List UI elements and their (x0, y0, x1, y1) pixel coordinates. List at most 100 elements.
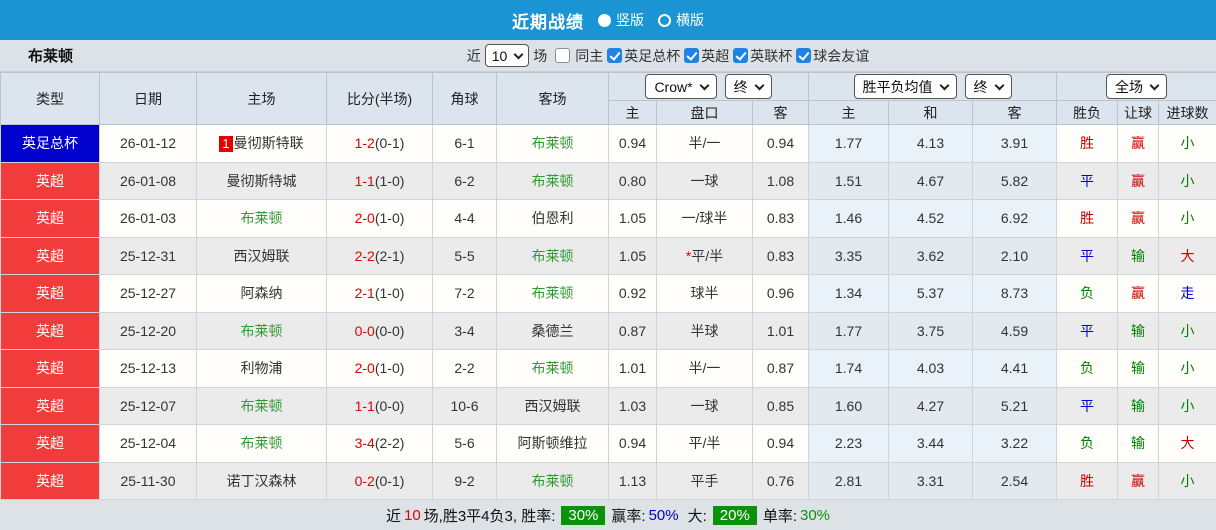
cell-competition-type: 英超 (1, 275, 100, 313)
cell-score: 1-1(0-0) (327, 387, 433, 425)
friendly-checkbox[interactable] (796, 48, 811, 63)
summary-prefix: 近 (386, 505, 401, 526)
eflcup-checkbox[interactable] (733, 48, 748, 63)
result-value: 平 (1080, 173, 1094, 189)
cell-odds-away: 0.96 (753, 275, 809, 313)
summary-bar: 近 10 场,胜3平4负3, 胜率: 30% 赢率: 50% 大: 20% 单率… (0, 500, 1216, 530)
results-body: 英足总杯 26-01-12 1曼彻斯特联 1-2(0-1) 6-1 布莱顿 0.… (1, 125, 1216, 500)
big-rate-badge: 20% (713, 506, 757, 525)
full-score: 1-1 (355, 398, 375, 414)
cell-mean-home: 1.34 (809, 275, 889, 313)
home-team-name: 曼彻斯特联 (234, 135, 304, 151)
cell-date: 26-01-12 (100, 125, 197, 163)
col-handicap-result: 让球 (1118, 101, 1159, 125)
cell-mean-draw: 4.67 (889, 162, 973, 200)
cell-away-team: 桑德兰 (497, 312, 609, 350)
chevron-down-icon (514, 49, 524, 59)
table-row: 英超 26-01-08 曼彻斯特城 1-1(1-0) 6-2 布莱顿 0.80 … (1, 162, 1216, 200)
away-team-name: 布莱顿 (532, 473, 574, 489)
same-home-label: 同主 (575, 46, 603, 66)
home-team-name: 诺丁汉森林 (227, 473, 297, 489)
chevron-down-icon (994, 80, 1004, 90)
handicap-value: 平/半 (689, 435, 721, 451)
home-team-name: 西汉姆联 (234, 248, 290, 264)
half-score: (2-2) (375, 435, 405, 451)
page-title: 近期战绩 (512, 8, 584, 33)
cell-result: 平 (1057, 237, 1118, 275)
title-bar: 近期战绩 竖版 横版 (0, 0, 1216, 40)
result-value: 平 (1080, 248, 1094, 264)
cell-mean-home: 2.81 (809, 462, 889, 500)
scope-select[interactable]: 全场 (1106, 74, 1167, 99)
layout-option-horizontal[interactable]: 横版 (658, 10, 704, 30)
scope-value: 全场 (1115, 77, 1143, 97)
cell-mean-draw: 5.37 (889, 275, 973, 313)
cell-goals: 走 (1159, 275, 1216, 313)
cell-away-team: 伯恩利 (497, 200, 609, 238)
facup-checkbox[interactable] (607, 48, 622, 63)
cell-home-team: 布莱顿 (197, 312, 327, 350)
cell-competition-type: 英超 (1, 350, 100, 388)
full-score: 0-2 (355, 473, 375, 489)
goals-value: 小 (1181, 360, 1195, 376)
competition-checkbox-friendly[interactable]: 球会友谊 (796, 46, 869, 66)
competition-type-badge: 英足总杯 (22, 135, 78, 151)
cell-handicap: 平手 (657, 462, 753, 500)
goals-value: 小 (1181, 210, 1195, 226)
cell-handicap-result: 输 (1118, 387, 1159, 425)
odds-time-select[interactable]: 终 (725, 74, 772, 99)
competition-checkbox-epl[interactable]: 英超 (684, 46, 729, 66)
cell-home-team: 布莱顿 (197, 387, 327, 425)
handicap-result-value: 输 (1131, 435, 1145, 451)
cell-handicap-result: 赢 (1118, 275, 1159, 313)
radio-horizontal-icon[interactable] (658, 14, 671, 27)
cell-result: 平 (1057, 162, 1118, 200)
cell-goals: 小 (1159, 162, 1216, 200)
cell-corner: 4-4 (433, 200, 497, 238)
same-home-checkbox-item[interactable]: 同主 (555, 46, 603, 66)
cell-away-team: 西汉姆联 (497, 387, 609, 425)
cell-date: 25-12-20 (100, 312, 197, 350)
result-value: 胜 (1080, 135, 1094, 151)
match-count-select[interactable]: 10 (485, 44, 530, 67)
cell-handicap: 一/球半 (657, 200, 753, 238)
cell-handicap-result: 赢 (1118, 162, 1159, 200)
single-label: 单率: (763, 505, 797, 526)
filter-controls: 近 10 场 同主 英足总杯 英超 英联杯 球会友谊 (347, 44, 870, 67)
cell-odds-away: 1.01 (753, 312, 809, 350)
table-row: 英超 25-11-30 诺丁汉森林 0-2(0-1) 9-2 布莱顿 1.13 … (1, 462, 1216, 500)
cell-result: 负 (1057, 275, 1118, 313)
result-value: 胜 (1080, 473, 1094, 489)
mean-time-value: 终 (974, 77, 988, 97)
radio-vertical-icon[interactable] (598, 14, 611, 27)
layout-option-vertical[interactable]: 竖版 (598, 10, 644, 30)
away-team-name: 布莱顿 (532, 135, 574, 151)
competition-checkbox-eflcup[interactable]: 英联杯 (733, 46, 792, 66)
same-home-checkbox[interactable] (555, 48, 570, 63)
col-corner: 角球 (433, 73, 497, 125)
cell-mean-home: 1.77 (809, 312, 889, 350)
cell-corner: 9-2 (433, 462, 497, 500)
cell-home-team: 诺丁汉森林 (197, 462, 327, 500)
cell-corner: 10-6 (433, 387, 497, 425)
epl-checkbox[interactable] (684, 48, 699, 63)
table-row: 英足总杯 26-01-12 1曼彻斯特联 1-2(0-1) 6-1 布莱顿 0.… (1, 125, 1216, 163)
home-team-name: 布莱顿 (241, 398, 283, 414)
cell-odds-away: 0.94 (753, 425, 809, 463)
home-team-name: 布莱顿 (241, 210, 283, 226)
full-score: 2-0 (355, 360, 375, 376)
cell-date: 25-12-31 (100, 237, 197, 275)
cell-handicap-result: 输 (1118, 237, 1159, 275)
table-row: 英超 25-12-20 布莱顿 0-0(0-0) 3-4 桑德兰 0.87 半球… (1, 312, 1216, 350)
cell-corner: 3-4 (433, 312, 497, 350)
mean-time-select[interactable]: 终 (965, 74, 1012, 99)
cell-mean-draw: 4.03 (889, 350, 973, 388)
cell-handicap-result: 输 (1118, 350, 1159, 388)
col-away: 客场 (497, 73, 609, 125)
odds-company-select[interactable]: Crow* (645, 74, 716, 99)
competition-checkbox-facup[interactable]: 英足总杯 (607, 46, 680, 66)
half-score: (1-0) (375, 285, 405, 301)
goals-value: 大 (1181, 248, 1195, 264)
mean-type-select[interactable]: 胜平负均值 (854, 74, 957, 99)
scope-select-cell: 全场 (1057, 73, 1216, 101)
